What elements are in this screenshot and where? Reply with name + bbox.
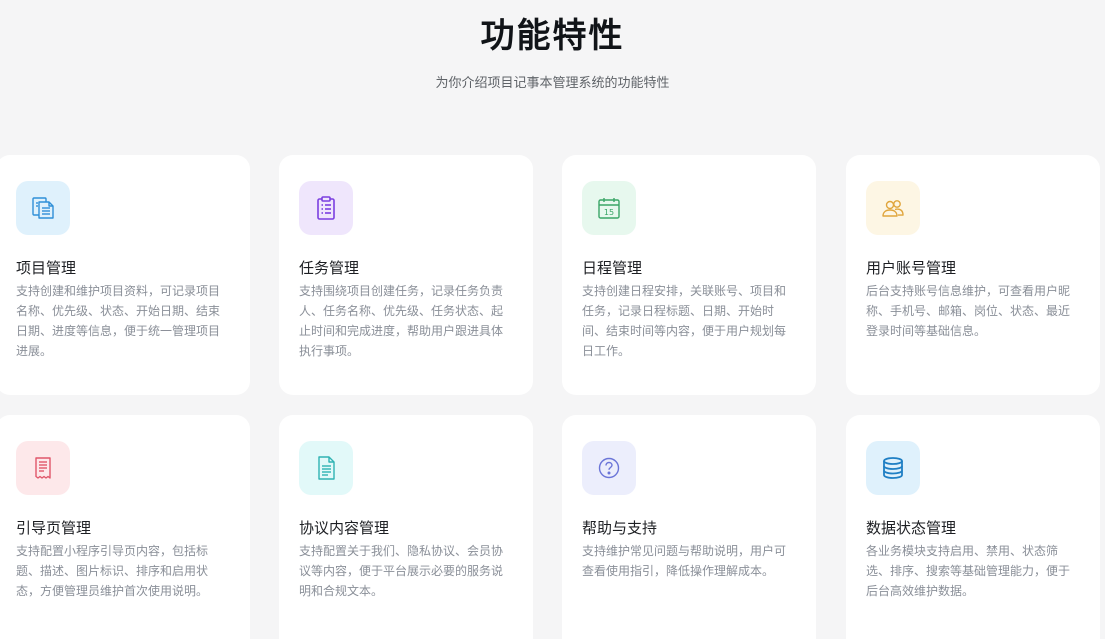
feature-card-help: 帮助与支持 支持维护常见问题与帮助说明，用户可查看使用指引，降低操作理解成本。 bbox=[562, 415, 816, 639]
receipt-icon bbox=[35, 457, 51, 479]
feature-description: 支持创建日程安排，关联账号、项目和任务，记录日程标题、日期、开始时间、结束时间等… bbox=[582, 284, 787, 358]
feature-card-guide: 引导页管理 支持配置小程序引导页内容，包括标题、描述、图片标识、排序和启用状态，… bbox=[0, 415, 250, 639]
feature-icon-box bbox=[866, 181, 920, 235]
help-icon bbox=[598, 457, 620, 479]
page-title: 功能特性 bbox=[480, 16, 625, 56]
feature-description: 支持配置关于我们、隐私协议、会员协议等内容，便于平台展示必要的服务说明和合规文本… bbox=[299, 544, 504, 598]
calendar-icon: 15 bbox=[598, 198, 620, 219]
feature-icon-box bbox=[16, 441, 70, 495]
feature-description: 支持配置小程序引导页内容，包括标题、描述、图片标识、排序和启用状态，方便管理员维… bbox=[16, 544, 209, 598]
feature-title: 用户账号管理 bbox=[866, 259, 957, 277]
feature-card-project: 项目管理 支持创建和维护项目资料，可记录项目名称、优先级、状态、开始日期、结束日… bbox=[0, 155, 250, 395]
calendar-day: 15 bbox=[604, 208, 614, 217]
feature-description: 各业务模块支持启用、禁用、状态筛选、排序、搜索等基础管理能力，便于后台高效维护数… bbox=[866, 544, 1071, 598]
database-icon bbox=[883, 457, 903, 479]
feature-card-user-account: 用户账号管理 后台支持账号信息维护，可查看用户昵称、手机号、邮箱、岗位、状态、最… bbox=[846, 155, 1100, 395]
document-icon bbox=[318, 456, 335, 480]
feature-title: 帮助与支持 bbox=[582, 519, 658, 537]
feature-title: 日程管理 bbox=[582, 259, 643, 277]
feature-card-agreement: 协议内容管理 支持配置关于我们、隐私协议、会员协议等内容，便于平台展示必要的服务… bbox=[279, 415, 533, 639]
feature-icon-box bbox=[866, 441, 920, 495]
feature-icon-box bbox=[582, 441, 636, 495]
feature-title: 协议内容管理 bbox=[299, 519, 390, 537]
feature-icon-box: 15 bbox=[582, 181, 636, 235]
feature-card-task: 任务管理 支持围绕项目创建任务，记录任务负责人、任务名称、优先级、任务状态、起止… bbox=[279, 155, 533, 395]
feature-description: 支持围绕项目创建任务，记录任务负责人、任务名称、优先级、任务状态、起止时间和完成… bbox=[299, 284, 504, 358]
feature-title: 项目管理 bbox=[16, 259, 77, 277]
clipboard-icon bbox=[317, 196, 335, 220]
feature-icon-box bbox=[16, 181, 70, 235]
documents-icon bbox=[32, 197, 54, 219]
feature-title: 任务管理 bbox=[299, 259, 360, 277]
features-page: 功能特性 为你介绍项目记事本管理系统的功能特性 项目管理 支持创建和维护项目资料… bbox=[0, 0, 1105, 639]
page-subtitle: 为你介绍项目记事本管理系统的功能特性 bbox=[435, 76, 670, 91]
feature-title: 数据状态管理 bbox=[866, 519, 957, 537]
feature-description: 支持创建和维护项目资料，可记录项目名称、优先级、状态、开始日期、结束日期、进度等… bbox=[16, 284, 221, 358]
feature-card-schedule: 15 日程管理 支持创建日程安排，关联账号、项目和任务，记录日程标题、日期、开始… bbox=[562, 155, 816, 395]
users-icon bbox=[882, 200, 904, 217]
feature-icon-box bbox=[299, 181, 353, 235]
feature-title: 引导页管理 bbox=[16, 519, 92, 537]
feature-card-data-status: 数据状态管理 各业务模块支持启用、禁用、状态筛选、排序、搜索等基础管理能力，便于… bbox=[846, 415, 1100, 639]
feature-icon-box bbox=[299, 441, 353, 495]
feature-description: 支持维护常见问题与帮助说明，用户可查看使用指引，降低操作理解成本。 bbox=[582, 544, 787, 578]
feature-description: 后台支持账号信息维护，可查看用户昵称、手机号、邮箱、岗位、状态、最近登录时间等基… bbox=[866, 284, 1071, 338]
